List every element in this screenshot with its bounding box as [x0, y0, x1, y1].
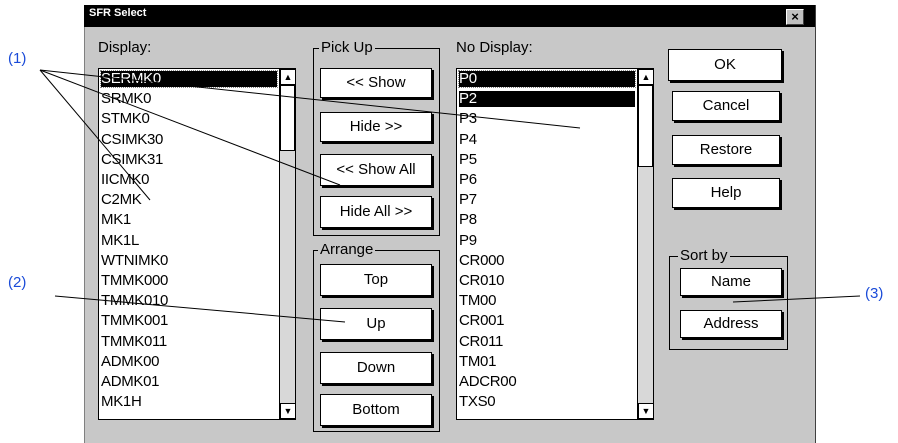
leader-line-1c	[39, 69, 151, 201]
leader-line-1a	[39, 69, 581, 129]
leader-line-2	[54, 295, 346, 323]
leader-line-3	[732, 295, 861, 303]
leader-line-1b	[39, 69, 341, 186]
callout-leader-lines	[39, 69, 861, 323]
